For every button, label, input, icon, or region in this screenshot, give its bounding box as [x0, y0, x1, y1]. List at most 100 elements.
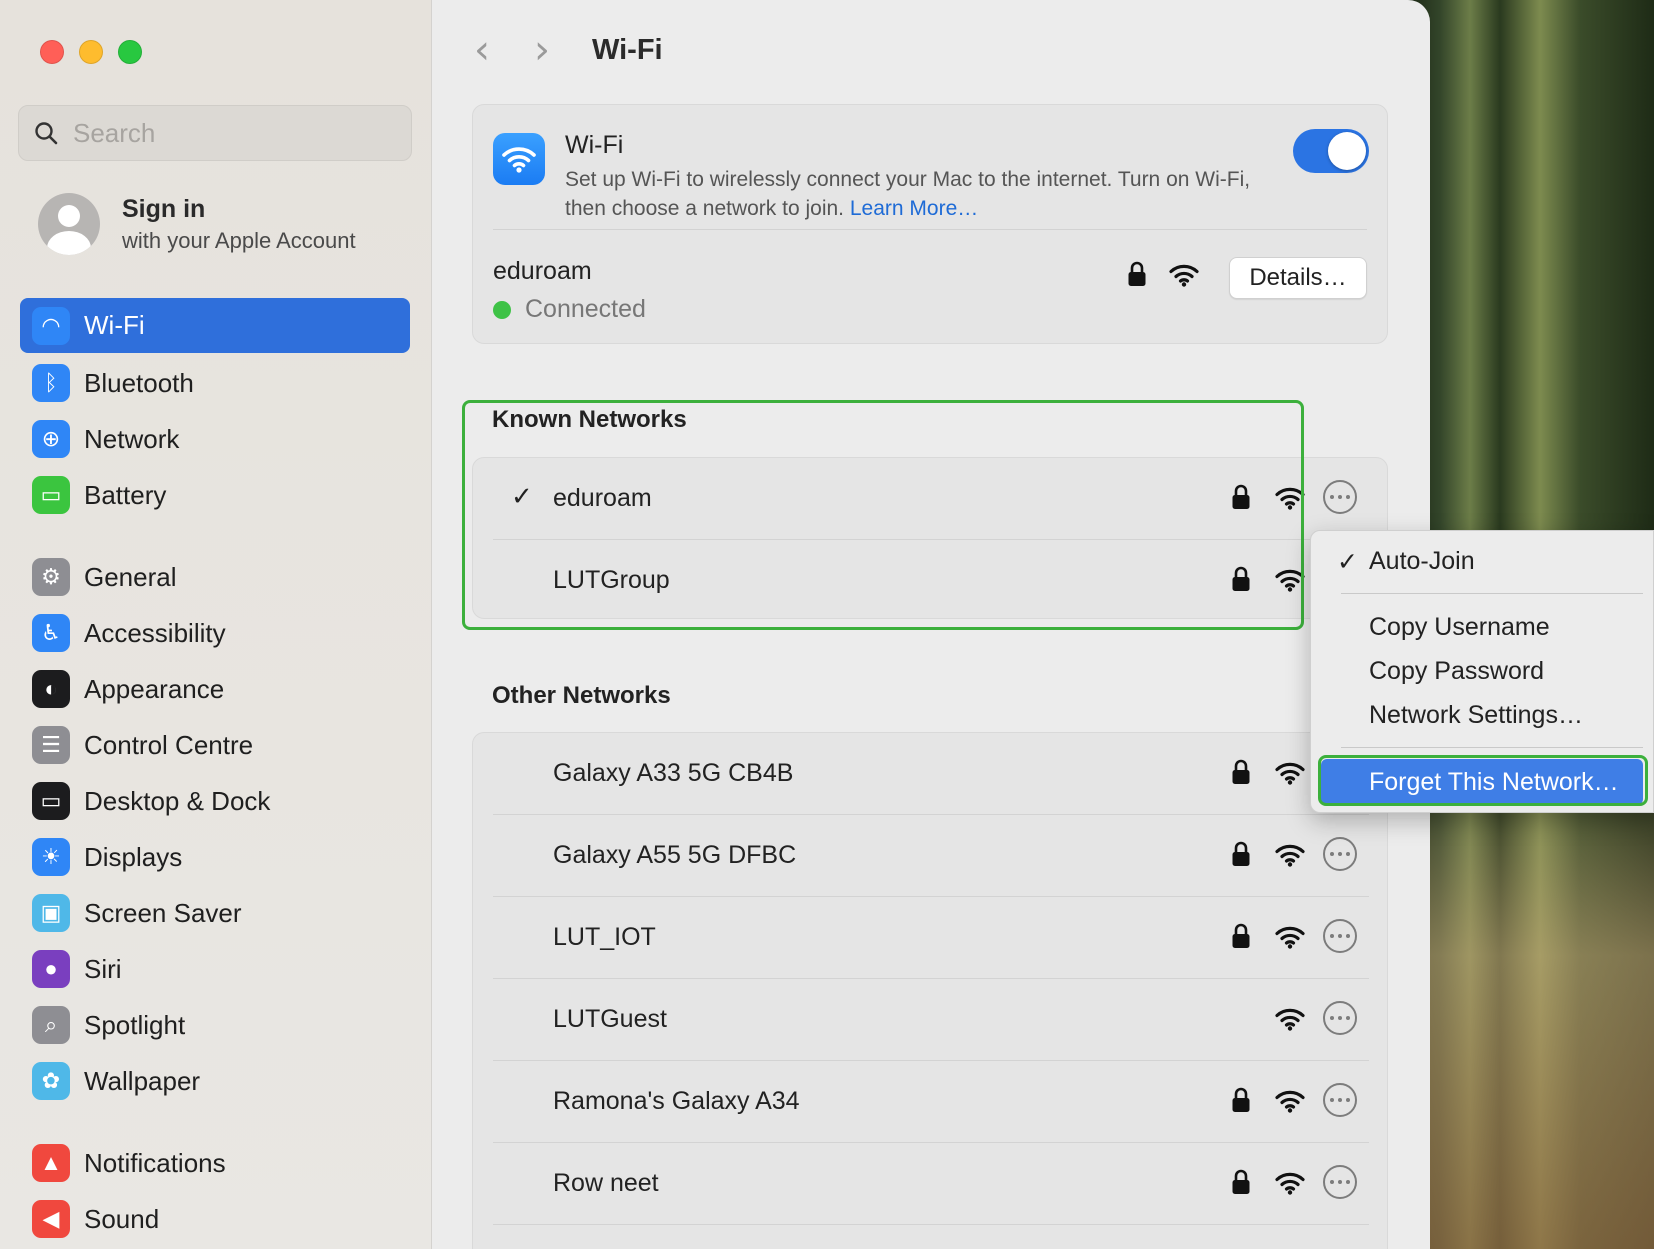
sidebar-item-sound[interactable]: ◀ Sound: [20, 1193, 410, 1245]
sidebar-item-label: Desktop & Dock: [84, 785, 271, 816]
accessibility-icon: ♿: [32, 614, 70, 652]
sidebar-item-spotlight[interactable]: ⌕ Spotlight: [20, 999, 410, 1051]
bluetooth-icon: ᛒ: [32, 364, 70, 402]
more-options-button[interactable]: [1323, 1083, 1357, 1117]
speaker-icon: ◀: [32, 1200, 70, 1238]
page-title: Wi-Fi: [592, 33, 663, 66]
sidebar-item-displays[interactable]: ☀ Displays: [20, 831, 410, 883]
network-name: LUTGroup: [553, 566, 670, 594]
wifi-signal-icon: [1275, 843, 1305, 872]
sidebar-item-general[interactable]: ⚙ General: [20, 551, 410, 603]
network-name: LUTGuest: [553, 1005, 667, 1033]
control-centre-icon: ☰: [32, 726, 70, 764]
status-dot: [493, 300, 511, 319]
search-input[interactable]: Search: [18, 105, 412, 161]
minimize-button[interactable]: [79, 40, 103, 64]
sidebar-item-label: General: [84, 561, 177, 592]
sun-icon: ☀: [32, 838, 70, 876]
bell-icon: ▲: [32, 1144, 70, 1182]
sidebar-item-label: Appearance: [84, 673, 225, 704]
connection-status: Connected: [493, 295, 646, 324]
menu-item-network-settings[interactable]: Network Settings…: [1321, 695, 1643, 735]
network-name: eduroam: [553, 484, 652, 512]
sidebar-item-wi-fi[interactable]: ◠ Wi-Fi: [20, 298, 410, 353]
menu-item-forget-network[interactable]: Forget This Network…: [1321, 759, 1643, 805]
lock-icon: [1231, 1169, 1251, 1200]
wifi-icon: [493, 133, 545, 185]
sidebar-item-label: Displays: [84, 841, 183, 872]
sidebar-item-label: Bluetooth: [84, 367, 194, 398]
network-name: Row neet: [553, 1169, 659, 1197]
wallpaper-icon: ✿: [32, 1062, 70, 1100]
wifi-icon: ◠: [32, 306, 70, 345]
sidebar-item-label: Network: [84, 423, 180, 454]
learn-more-link[interactable]: Learn More…: [850, 197, 978, 220]
sidebar-item-label: Accessibility: [84, 617, 226, 648]
wifi-signal-icon: [1275, 761, 1305, 790]
lock-icon: [1127, 261, 1147, 292]
nav-group-gap: [20, 525, 410, 551]
network-row[interactable]: LUTGroup: [473, 540, 1389, 622]
more-options-button[interactable]: [1323, 480, 1357, 514]
network-row[interactable]: ✓ eduroam: [473, 458, 1389, 540]
sidebar-item-appearance[interactable]: ◐ Appearance: [20, 663, 410, 715]
network-row[interactable]: Galaxy A55 5G DFBC: [473, 815, 1389, 897]
sidebar-item-battery[interactable]: ▭ Battery: [20, 469, 410, 521]
back-button[interactable]: ‹: [474, 27, 490, 73]
forward-button[interactable]: ›: [534, 27, 550, 73]
main-pane: ‹ › Wi-Fi Wi-Fi Set up Wi-Fi to wireless…: [432, 0, 1430, 1249]
sidebar-item-screen-saver[interactable]: ▣ Screen Saver: [20, 887, 410, 939]
sidebar-item-label: Wi-Fi: [84, 310, 145, 340]
zoom-button[interactable]: [118, 40, 142, 64]
battery-icon: ▭: [32, 476, 70, 514]
wifi-toggle[interactable]: [1293, 129, 1369, 173]
other-networks-list: Galaxy A33 5G CB4B Galaxy A55 5G DFBC LUT_…: [472, 732, 1388, 1249]
more-options-button[interactable]: [1323, 1165, 1357, 1199]
more-options-button[interactable]: [1323, 1001, 1357, 1035]
status-text: Connected: [525, 295, 646, 323]
menu-item-auto-join[interactable]: ✓ Auto-Join: [1321, 541, 1643, 581]
menu-item-copy-username[interactable]: Copy Username: [1321, 607, 1643, 647]
avatar: [38, 193, 100, 255]
lock-icon: [1231, 484, 1251, 515]
globe-icon: ⊕: [32, 420, 70, 458]
wifi-signal-icon: [1169, 263, 1199, 292]
network-row[interactable]: Galaxy A33 5G CB4B: [473, 733, 1389, 815]
apple-account-signin[interactable]: Sign in with your Apple Account: [38, 193, 356, 255]
sidebar-item-label: Screen Saver: [84, 897, 242, 928]
network-context-menu: ✓ Auto-Join Copy Username Copy Password …: [1310, 530, 1654, 813]
check-icon: ✓: [1337, 546, 1358, 576]
known-networks-heading: Known Networks: [492, 406, 687, 433]
sidebar-item-notifications[interactable]: ▲ Notifications: [20, 1137, 410, 1189]
menu-item-copy-password[interactable]: Copy Password: [1321, 651, 1643, 691]
details-button[interactable]: Details…: [1229, 257, 1367, 299]
dock-icon: ▭: [32, 782, 70, 820]
sidebar-item-desktop-dock[interactable]: ▭ Desktop & Dock: [20, 775, 410, 827]
network-name: Galaxy A55 5G DFBC: [553, 841, 797, 869]
window-controls: [40, 40, 142, 64]
more-options-button[interactable]: [1323, 919, 1357, 953]
close-button[interactable]: [40, 40, 64, 64]
sidebar-item-wallpaper[interactable]: ✿ Wallpaper: [20, 1055, 410, 1107]
menu-separator: [1341, 747, 1643, 748]
siri-icon: ●: [32, 950, 70, 988]
signin-subtitle: with your Apple Account: [122, 227, 356, 253]
network-row[interactable]: Row neet: [473, 1143, 1389, 1225]
network-row[interactable]: Ramona's Galaxy A34: [473, 1061, 1389, 1143]
sidebar-nav: ◠ Wi-Fi ᛒ Bluetooth ⊕ Network ▭ Battery ⚙ General…: [20, 298, 410, 1249]
sidebar-item-control-centre[interactable]: ☰ Control Centre: [20, 719, 410, 771]
sidebar-item-accessibility[interactable]: ♿ Accessibility: [20, 607, 410, 659]
sidebar-item-siri[interactable]: ● Siri: [20, 943, 410, 995]
wifi-signal-icon: [1275, 1007, 1305, 1036]
search-icon: [35, 122, 58, 145]
wifi-description: Set up Wi-Fi to wirelessly connect your …: [565, 165, 1265, 223]
wifi-title: Wi-Fi: [565, 131, 624, 159]
sidebar-item-label: Notifications: [84, 1147, 226, 1178]
network-row[interactable]: LUT_IOT: [473, 897, 1389, 979]
network-row[interactable]: LUTGuest: [473, 979, 1389, 1061]
sidebar-item-bluetooth[interactable]: ᛒ Bluetooth: [20, 357, 410, 409]
more-options-button[interactable]: [1323, 837, 1357, 871]
sidebar-item-network[interactable]: ⊕ Network: [20, 413, 410, 465]
search-placeholder: Search: [73, 117, 156, 148]
menu-label: Auto-Join: [1369, 546, 1475, 575]
